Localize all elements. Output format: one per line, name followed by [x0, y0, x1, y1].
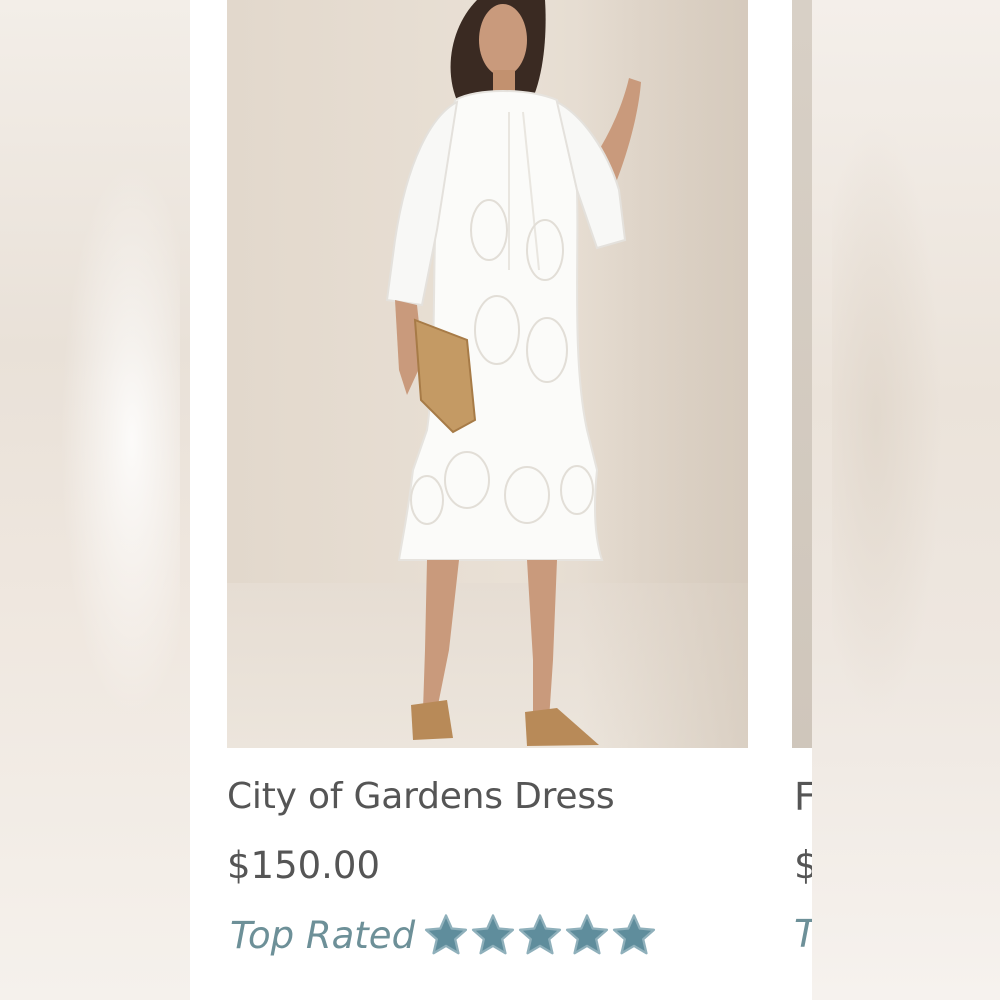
star-icon	[424, 914, 468, 955]
blurred-background-left	[0, 0, 190, 1000]
star-icon	[518, 914, 562, 955]
product-screenshot-frame: City of Gardens Dress $150.00 Top Rated …	[0, 0, 1000, 1000]
product-title[interactable]: City of Gardens Dress	[227, 776, 615, 817]
model-illustration	[385, 0, 641, 746]
star-icon	[612, 914, 656, 955]
next-product-image[interactable]	[792, 0, 812, 748]
product-price: $150.00	[227, 844, 381, 887]
product-card[interactable]: City of Gardens Dress $150.00 Top Rated	[190, 0, 812, 1000]
blurred-background-right	[812, 0, 1000, 1000]
rating-label: Top Rated	[230, 913, 416, 957]
next-product-price: $	[794, 843, 812, 887]
product-rating: Top Rated	[230, 906, 658, 964]
next-product-card[interactable]: F $ T	[792, 0, 812, 1000]
product-image[interactable]	[227, 0, 748, 748]
rating-stars	[423, 912, 658, 958]
star-icon	[471, 914, 515, 955]
star-icon	[565, 914, 609, 955]
next-product-title[interactable]: F	[794, 775, 812, 819]
next-product-rating-label: T	[794, 912, 812, 956]
